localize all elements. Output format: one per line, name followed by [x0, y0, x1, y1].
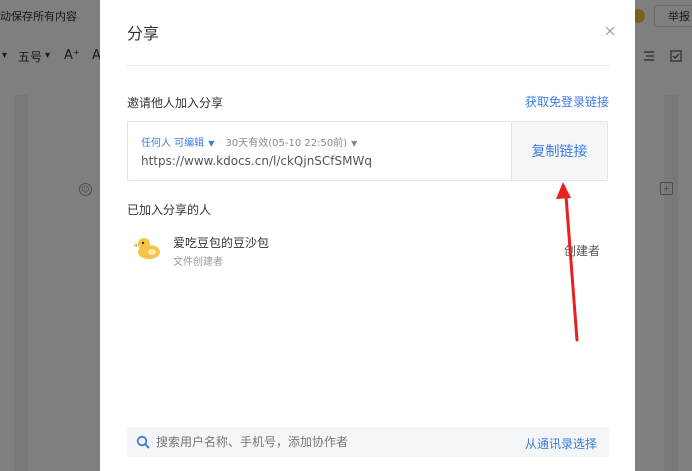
- dialog-title: 分享: [127, 24, 160, 43]
- chevron-down-icon: ▼: [208, 139, 215, 148]
- avatar: [134, 238, 160, 259]
- permission-select[interactable]: 任何人 可编辑 ▼: [141, 138, 214, 149]
- copy-link-button[interactable]: 复制链接: [511, 122, 607, 180]
- share-url: https://www.kdocs.cn/l/ckQjnSCfSMWq: [141, 154, 372, 168]
- member-name: 爱吃豆包的豆沙包: [173, 236, 270, 250]
- collaborator-search-bar: 从通讯录选择: [127, 427, 609, 457]
- free-login-link[interactable]: 获取免登录链接: [525, 93, 609, 110]
- expiry-select[interactable]: 30天有效(05-10 22:50前) ▼: [226, 138, 358, 149]
- member-row: 爱吃豆包的豆沙包 文件创建者 创建者: [127, 230, 609, 270]
- member-subtitle: 文件创建者: [173, 257, 223, 268]
- chevron-down-icon: ▼: [351, 139, 358, 148]
- collaborator-search-input[interactable]: [156, 427, 496, 457]
- invite-label: 邀请他人加入分享: [127, 96, 224, 110]
- member-role: 创建者: [563, 244, 600, 258]
- search-icon: [136, 435, 150, 449]
- dialog-divider: [127, 65, 609, 66]
- link-settings: 任何人 可编辑 ▼ 30天有效(05-10 22:50前) ▼: [141, 134, 357, 149]
- close-icon[interactable]: [603, 24, 617, 38]
- share-link-box: 任何人 可编辑 ▼ 30天有效(05-10 22:50前) ▼ https://ww…: [127, 121, 608, 181]
- select-from-contacts-link[interactable]: 从通讯录选择: [525, 435, 597, 452]
- joined-label: 已加入分享的人: [127, 203, 212, 217]
- share-dialog: 分享 邀请他人加入分享 获取免登录链接 任何人 可编辑 ▼ 30天有效(05-10…: [100, 0, 635, 471]
